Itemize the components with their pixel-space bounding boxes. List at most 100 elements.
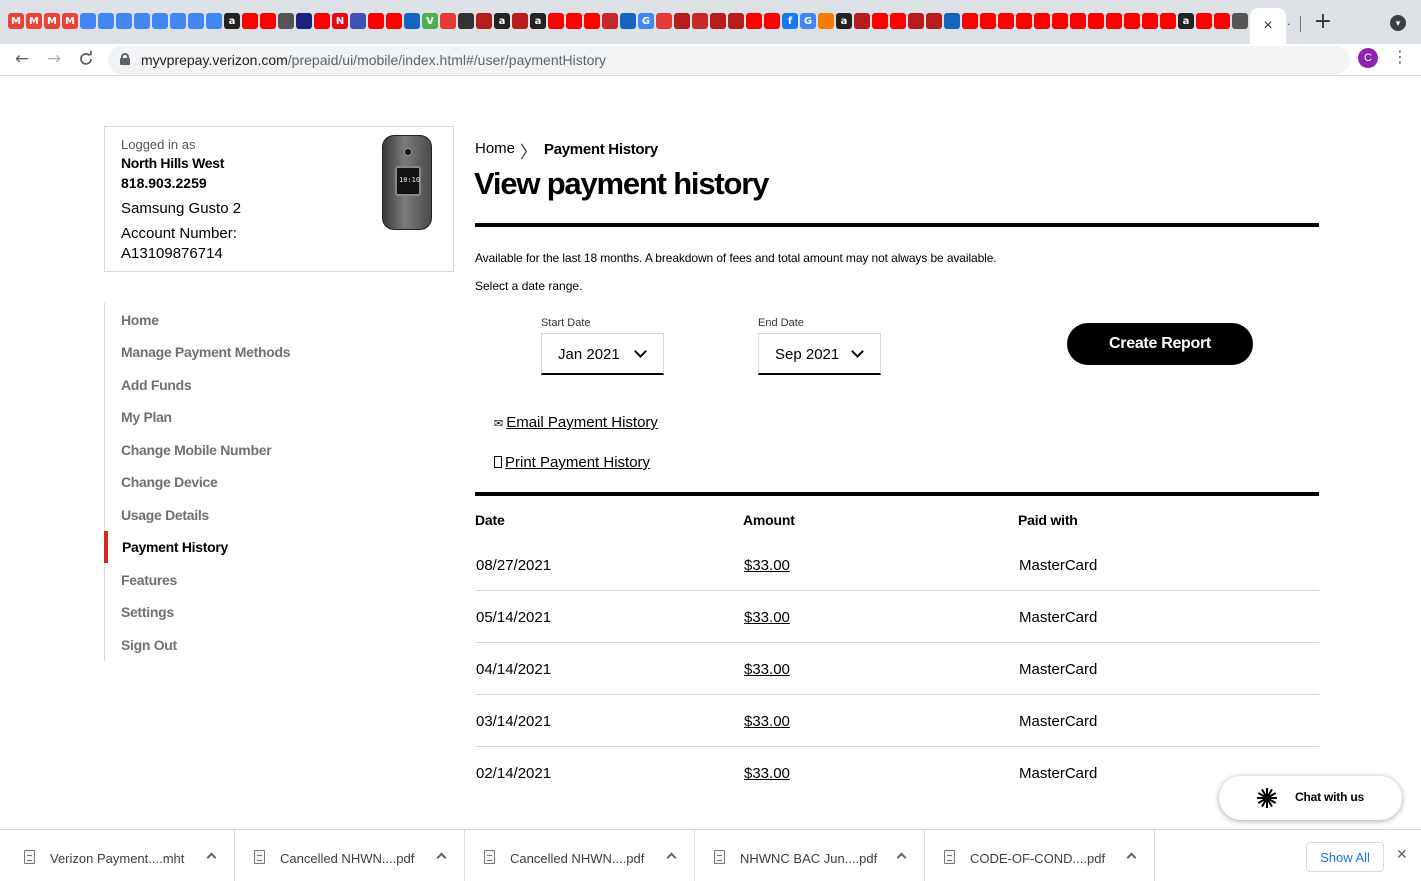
pinned-tab-favicon-icon[interactable] (728, 13, 744, 29)
pinned-tab-favicon-icon[interactable] (620, 13, 636, 29)
pinned-tab-favicon-icon[interactable] (908, 13, 924, 29)
pinned-tab-favicon-icon[interactable] (944, 13, 960, 29)
sidebar-item-features[interactable]: Features (121, 572, 177, 588)
pinned-tab-favicon-icon[interactable]: f (782, 13, 798, 29)
chevron-up-icon[interactable] (896, 852, 907, 863)
chevron-up-icon[interactable] (206, 852, 217, 863)
sidebar-item-sign-out[interactable]: Sign Out (121, 637, 177, 653)
pinned-tab-favicon-icon[interactable]: M (62, 13, 78, 29)
pinned-tab-favicon-icon[interactable] (746, 13, 762, 29)
breadcrumb-home-link[interactable]: Home (475, 140, 515, 157)
pinned-tab-favicon-icon[interactable] (314, 13, 330, 29)
active-tab[interactable]: × (1250, 8, 1286, 44)
payment-amount-link[interactable]: $33.00 (744, 661, 790, 678)
pinned-tab-favicon-icon[interactable] (1070, 13, 1086, 29)
payment-amount-link[interactable]: $33.00 (744, 557, 790, 574)
download-item[interactable]: Cancelled NHWN....pdf (484, 830, 695, 881)
pinned-tab-favicon-icon[interactable] (242, 13, 258, 29)
sidebar-item-manage-payment-methods[interactable]: Manage Payment Methods (121, 344, 291, 360)
pinned-tab-favicon-icon[interactable] (1160, 13, 1176, 29)
new-tab-button[interactable]: + (1312, 8, 1334, 34)
pinned-tab-favicon-icon[interactable] (692, 13, 708, 29)
close-shelf-icon[interactable]: ✕ (1396, 847, 1408, 863)
pinned-tab-favicon-icon[interactable] (818, 13, 834, 29)
download-item[interactable]: Verizon Payment....mht (24, 830, 235, 881)
pinned-tab-favicon-icon[interactable] (872, 13, 888, 29)
pinned-tab-favicon-icon[interactable] (1142, 13, 1158, 29)
tab-overflow-indicator[interactable]: . (1287, 14, 1290, 28)
pinned-tab-favicon-icon[interactable]: M (26, 13, 42, 29)
pinned-tab-favicon-icon[interactable]: a (530, 13, 546, 29)
tab-close-icon[interactable]: × (1263, 17, 1272, 35)
pinned-tab-favicon-icon[interactable] (476, 13, 492, 29)
tab-search-icon[interactable]: ▾ (1390, 15, 1406, 31)
sidebar-item-usage-details[interactable]: Usage Details (121, 507, 209, 523)
pinned-tab-favicon-icon[interactable] (512, 13, 528, 29)
pinned-tab-favicon-icon[interactable] (170, 13, 186, 29)
download-item[interactable]: CODE-OF-COND....pdf (944, 830, 1155, 881)
pinned-tab-favicon-icon[interactable] (1214, 13, 1230, 29)
sidebar-item-home[interactable]: Home (121, 312, 159, 328)
payment-amount-link[interactable]: $33.00 (744, 713, 790, 730)
pinned-tab-favicon-icon[interactable] (152, 13, 168, 29)
pinned-tab-favicon-icon[interactable] (998, 13, 1014, 29)
pinned-tab-favicon-icon[interactable] (962, 13, 978, 29)
pinned-tab-favicon-icon[interactable]: M (44, 13, 60, 29)
pinned-tab-favicon-icon[interactable]: a (836, 13, 852, 29)
end-date-select[interactable]: Sep 2021 (758, 333, 881, 375)
back-button[interactable]: ← (10, 47, 34, 71)
lock-icon[interactable] (120, 53, 130, 65)
sidebar-item-change-device[interactable]: Change Device (121, 474, 218, 490)
pinned-tab-favicon-icon[interactable]: V (422, 13, 438, 29)
pinned-tab-favicon-icon[interactable] (206, 13, 222, 29)
pinned-tab-favicon-icon[interactable] (584, 13, 600, 29)
sidebar-item-settings[interactable]: Settings (121, 604, 174, 620)
download-item[interactable]: NHWNC BAC Jun....pdf (714, 830, 925, 881)
chevron-up-icon[interactable] (1126, 852, 1137, 863)
pinned-tab-favicon-icon[interactable] (602, 13, 618, 29)
browser-menu-icon[interactable]: ⋮ (1392, 47, 1408, 67)
pinned-tab-favicon-icon[interactable] (854, 13, 870, 29)
pinned-tab-favicon-icon[interactable] (890, 13, 906, 29)
pinned-tab-favicon-icon[interactable] (98, 13, 114, 29)
pinned-tab-favicon-icon[interactable] (134, 13, 150, 29)
download-item[interactable]: Cancelled NHWN....pdf (254, 830, 465, 881)
pinned-tab-favicon-icon[interactable] (926, 13, 942, 29)
pinned-tab-favicon-icon[interactable] (1124, 13, 1140, 29)
pinned-tab-favicon-icon[interactable] (404, 13, 420, 29)
payment-amount-link[interactable]: $33.00 (744, 609, 790, 626)
pinned-tab-favicon-icon[interactable] (1106, 13, 1122, 29)
pinned-tab-favicon-icon[interactable] (260, 13, 276, 29)
sidebar-item-payment-history[interactable]: Payment History (122, 539, 228, 555)
pinned-tab-favicon-icon[interactable] (710, 13, 726, 29)
chevron-up-icon[interactable] (666, 852, 677, 863)
pinned-tab-favicon-icon[interactable] (566, 13, 582, 29)
pinned-tab-favicon-icon[interactable] (116, 13, 132, 29)
chevron-up-icon[interactable] (436, 852, 447, 863)
sidebar-item-change-mobile-number[interactable]: Change Mobile Number (121, 442, 272, 458)
pinned-tab-favicon-icon[interactable] (80, 13, 96, 29)
pinned-tab-favicon-icon[interactable] (1052, 13, 1068, 29)
pinned-tab-favicon-icon[interactable] (440, 13, 456, 29)
pinned-tab-favicon-icon[interactable] (386, 13, 402, 29)
pinned-tab-favicon-icon[interactable] (350, 13, 366, 29)
email-payment-history-link[interactable]: ✉ Email Payment History (494, 414, 658, 431)
start-date-select[interactable]: Jan 2021 (541, 333, 664, 375)
pinned-tab-favicon-icon[interactable] (1232, 13, 1248, 29)
pinned-tab-favicon-icon[interactable] (656, 13, 672, 29)
reload-button[interactable] (74, 47, 98, 71)
pinned-tab-favicon-icon[interactable]: G (638, 13, 654, 29)
pinned-tab-favicon-icon[interactable]: a (1178, 13, 1194, 29)
chat-with-us-button[interactable]: Chat with us (1219, 776, 1402, 820)
print-payment-history-link[interactable]: Print Payment History (494, 454, 650, 471)
pinned-tab-favicon-icon[interactable]: a (224, 13, 240, 29)
pinned-tab-favicon-icon[interactable] (296, 13, 312, 29)
pinned-tab-favicon-icon[interactable] (1088, 13, 1104, 29)
pinned-tab-favicon-icon[interactable] (764, 13, 780, 29)
sidebar-item-my-plan[interactable]: My Plan (121, 409, 172, 425)
pinned-tab-favicon-icon[interactable] (1196, 13, 1212, 29)
pinned-tab-favicon-icon[interactable] (980, 13, 996, 29)
url-text[interactable]: myvprepay.verizon.com/prepaid/ui/mobile/… (141, 52, 606, 68)
show-all-downloads-button[interactable]: Show All (1306, 842, 1384, 872)
pinned-tab-favicon-icon[interactable]: G (800, 13, 816, 29)
